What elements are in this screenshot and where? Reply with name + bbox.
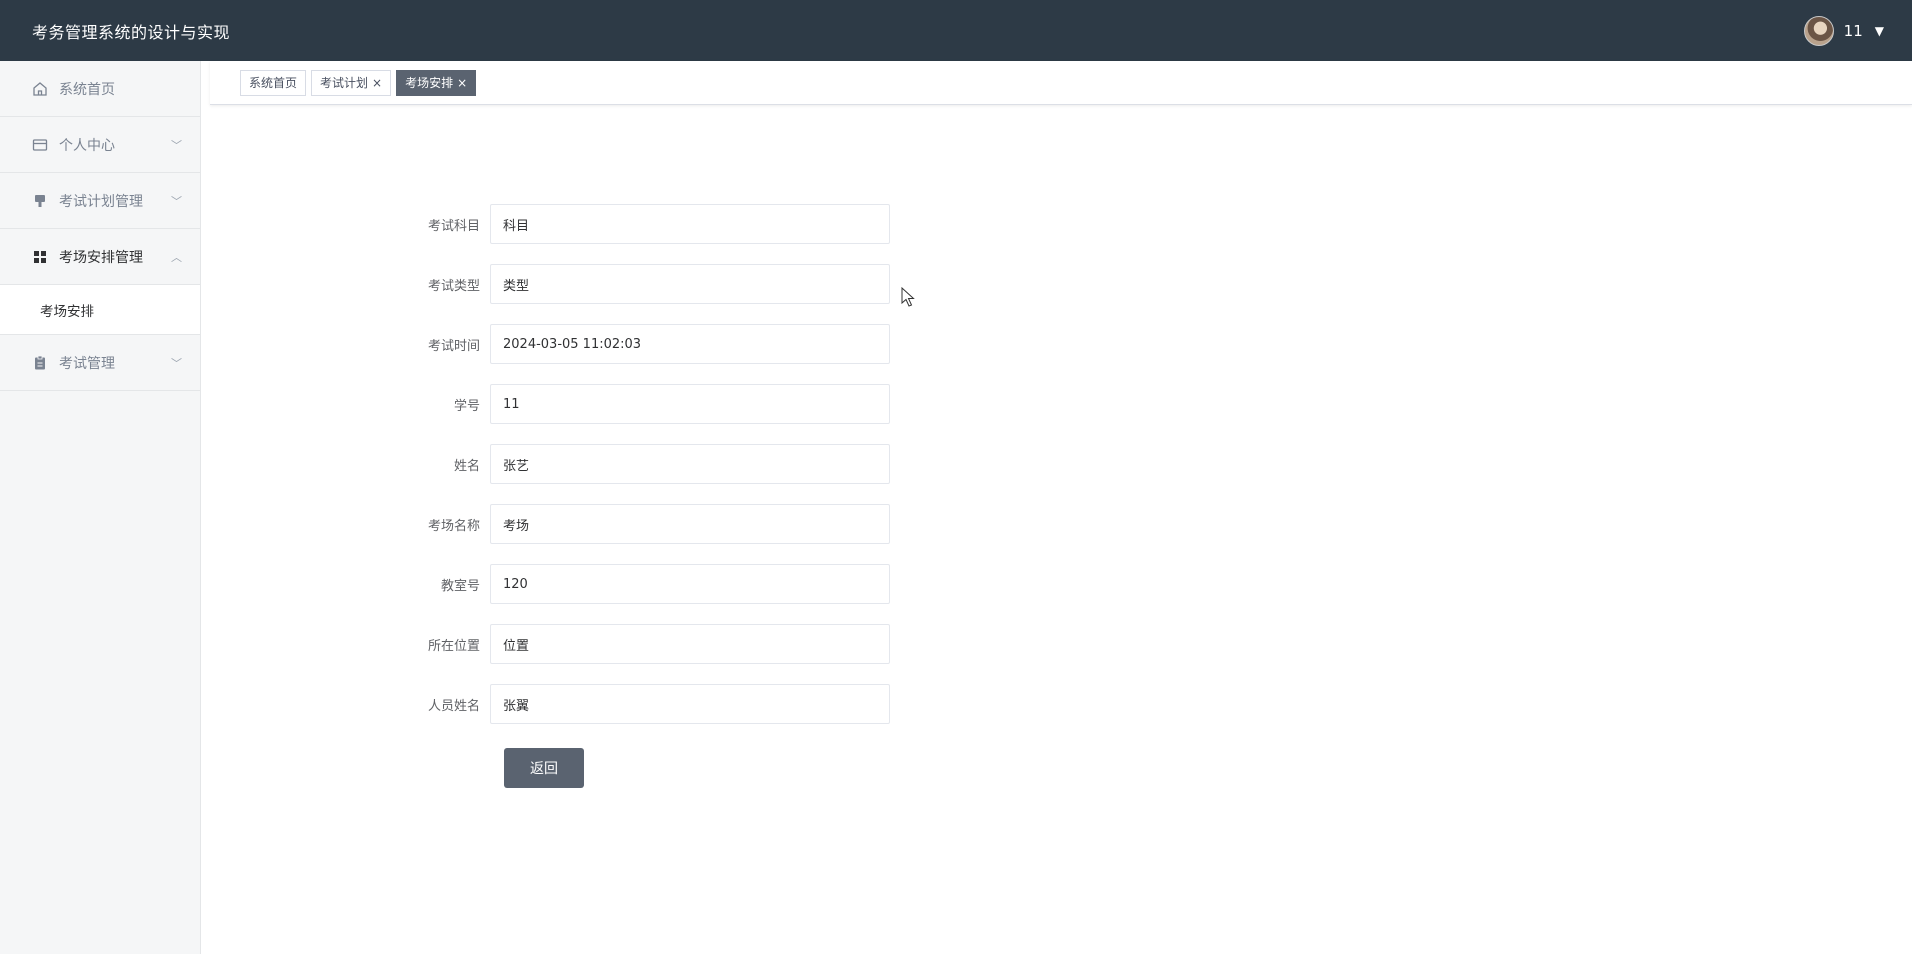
brush-icon bbox=[31, 192, 49, 210]
location-field[interactable] bbox=[490, 624, 890, 664]
field-label: 考试科目 bbox=[427, 218, 480, 234]
type-field[interactable] bbox=[490, 264, 890, 304]
field-label: 考试时间 bbox=[427, 338, 480, 354]
tab-exam-room[interactable]: 考场安排 × bbox=[396, 69, 477, 96]
home-icon bbox=[31, 80, 49, 98]
sidebar-item-label: 系统首页 bbox=[59, 81, 115, 98]
clipboard-icon bbox=[31, 354, 49, 372]
sidebar-item-personal-center[interactable]: 个人中心 ﹀ bbox=[0, 117, 200, 173]
close-icon[interactable]: × bbox=[372, 76, 382, 90]
user-menu[interactable]: 11 ▼ bbox=[1803, 15, 1884, 46]
form-row-subject: 考试科目 bbox=[420, 204, 900, 244]
time-field[interactable] bbox=[490, 324, 890, 364]
grid-icon bbox=[31, 248, 49, 266]
form-row-classroom: 教室号 bbox=[420, 564, 900, 604]
chevron-down-icon: ﹀ bbox=[171, 138, 182, 152]
close-icon[interactable]: × bbox=[457, 76, 467, 90]
tab-label: 系统首页 bbox=[249, 76, 298, 90]
room-name-field[interactable] bbox=[490, 504, 890, 544]
form-row-name: 姓名 bbox=[420, 444, 900, 484]
form-row-student-id: 学号 bbox=[420, 384, 900, 424]
sidebar-item-exam-room-management[interactable]: 考场安排管理 ︿ bbox=[0, 229, 200, 285]
user-name[interactable]: 11 bbox=[1844, 22, 1863, 40]
form-row-type: 考试类型 bbox=[420, 264, 900, 304]
wallet-icon bbox=[31, 136, 49, 154]
subject-field[interactable] bbox=[490, 204, 890, 244]
sidebar-item-exam-management[interactable]: 考试管理 ﹀ bbox=[0, 335, 200, 391]
field-label: 考试类型 bbox=[427, 278, 480, 294]
app-title: 考务管理系统的设计与实现 bbox=[32, 22, 231, 42]
form-row-room-name: 考场名称 bbox=[420, 504, 900, 544]
form-row-staff-name: 人员姓名 bbox=[420, 684, 900, 724]
tab-home[interactable]: 系统首页 bbox=[240, 69, 307, 96]
detail-form: 考试科目 考试类型 考试时间 学号 姓名 考场名称 教室号 所在位置 人员姓名 … bbox=[420, 204, 900, 788]
caret-down-icon[interactable]: ▼ bbox=[1875, 24, 1884, 38]
student-id-field[interactable] bbox=[490, 384, 890, 424]
field-label: 人员姓名 bbox=[427, 698, 480, 714]
tab-label: 考场安排 bbox=[405, 76, 454, 90]
chevron-up-icon: ︿ bbox=[171, 250, 182, 264]
field-label: 考场名称 bbox=[427, 518, 480, 534]
back-button[interactable]: 返回 bbox=[504, 748, 584, 788]
top-header: 考务管理系统的设计与实现 11 ▼ bbox=[0, 0, 1912, 61]
field-label: 所在位置 bbox=[427, 638, 480, 654]
sidebar-item-label: 个人中心 bbox=[59, 137, 115, 154]
sidebar-subitem-exam-room[interactable]: 考场安排 bbox=[0, 285, 200, 335]
sidebar: 系统首页 个人中心 ﹀ 考试计划管理 ﹀ 考场安排管理 ︿ 考场安排 考试管理 … bbox=[0, 61, 201, 954]
field-label: 学号 bbox=[453, 398, 480, 414]
sidebar-item-exam-plan[interactable]: 考试计划管理 ﹀ bbox=[0, 173, 200, 229]
name-field[interactable] bbox=[490, 444, 890, 484]
tabs-bar: 系统首页 考试计划 × 考场安排 × bbox=[210, 61, 1912, 105]
chevron-down-icon: ﹀ bbox=[171, 356, 182, 370]
sidebar-item-label: 考试计划管理 bbox=[59, 193, 143, 210]
avatar[interactable] bbox=[1803, 15, 1834, 46]
mouse-cursor-icon bbox=[901, 287, 915, 307]
tab-label: 考试计划 bbox=[320, 76, 369, 90]
sidebar-item-home[interactable]: 系统首页 bbox=[0, 61, 200, 117]
field-label: 教室号 bbox=[440, 578, 480, 594]
field-label: 姓名 bbox=[453, 458, 480, 474]
form-row-location: 所在位置 bbox=[420, 624, 900, 664]
sidebar-item-label: 考试管理 bbox=[59, 355, 115, 372]
sidebar-item-label: 考场安排管理 bbox=[59, 249, 143, 266]
chevron-down-icon: ﹀ bbox=[171, 194, 182, 208]
staff-name-field[interactable] bbox=[490, 684, 890, 724]
classroom-field[interactable] bbox=[490, 564, 890, 604]
form-row-time: 考试时间 bbox=[420, 324, 900, 364]
tab-exam-plan[interactable]: 考试计划 × bbox=[311, 69, 392, 96]
